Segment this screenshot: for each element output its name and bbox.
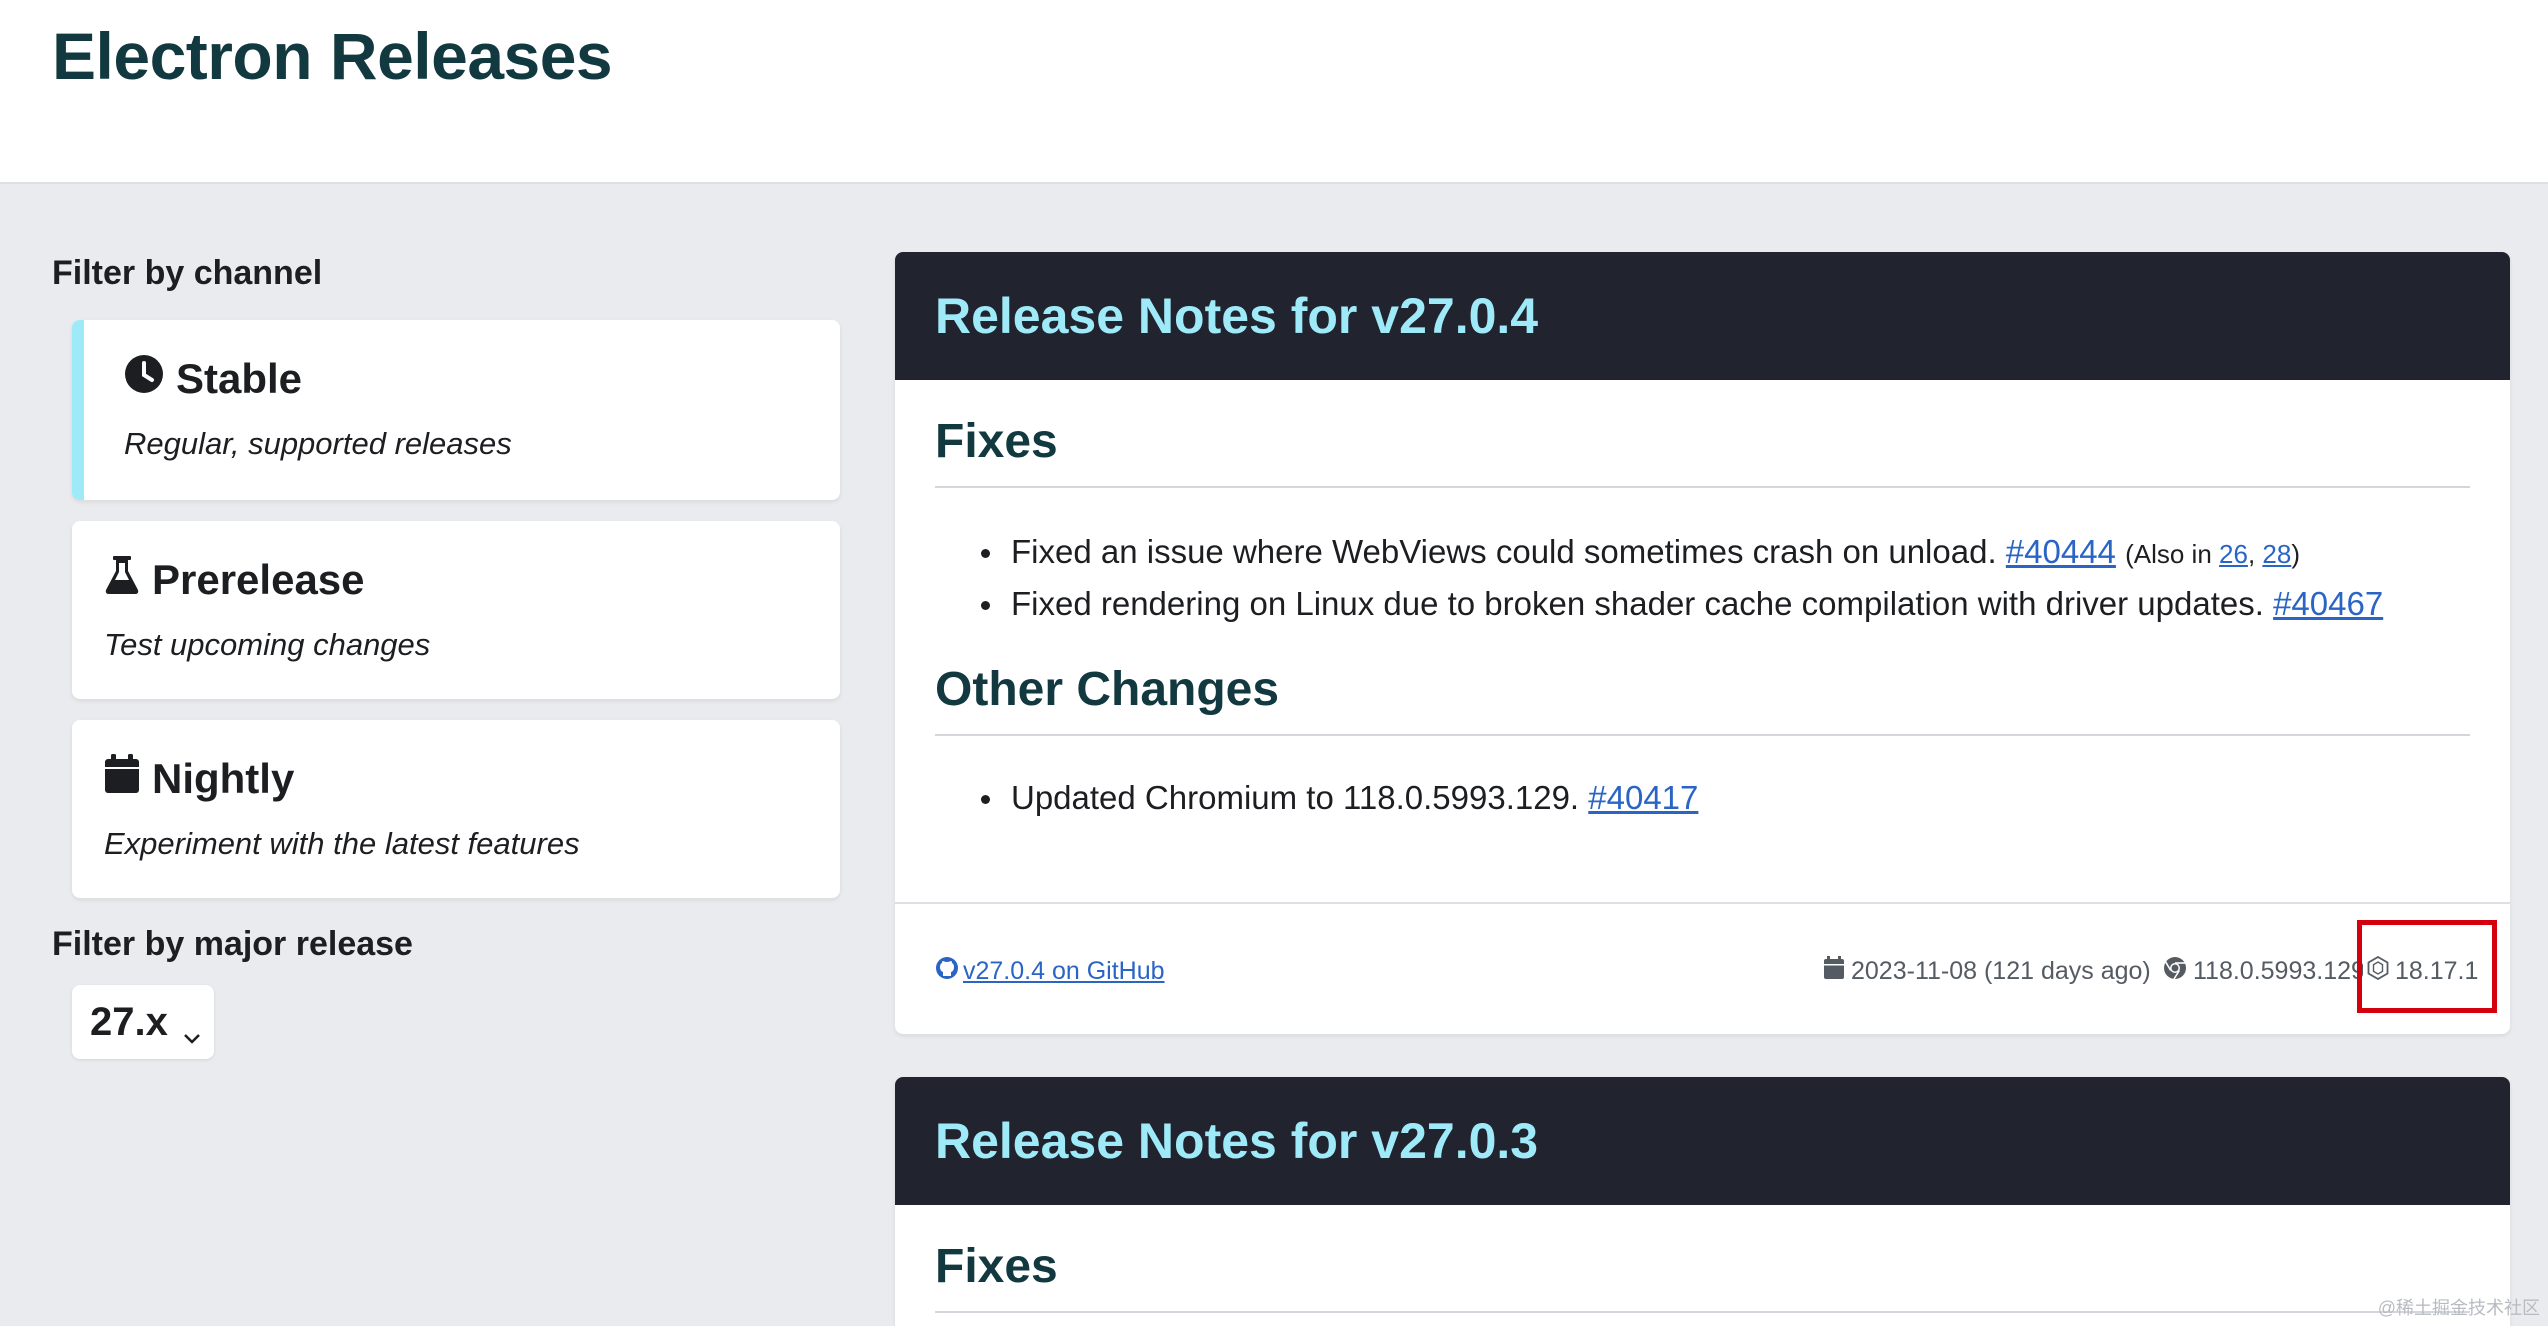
release-date: 2023-11-08 (121 days ago) bbox=[1823, 956, 2151, 987]
channel-title-stable: Stable bbox=[124, 354, 302, 404]
release-footer: v27.0.4 on GitHub 2023-11-08 (121 days a… bbox=[895, 902, 2510, 1032]
section-divider bbox=[935, 1311, 2470, 1313]
also-in-suffix: ) bbox=[2291, 539, 2300, 569]
other-changes-list: Updated Chromium to 118.0.5993.129. #404… bbox=[975, 773, 1698, 823]
change-text: Updated Chromium to 118.0.5993.129. bbox=[1011, 779, 1580, 816]
calendar-icon bbox=[1823, 956, 1845, 987]
channel-card-nightly[interactable]: Nightly Experiment with the latest featu… bbox=[72, 720, 840, 898]
list-item: Fixed an issue where WebViews could some… bbox=[975, 527, 2383, 579]
also-in-prefix: (Also in bbox=[2125, 539, 2212, 569]
channel-label-nightly: Nightly bbox=[152, 755, 295, 802]
channel-card-stable[interactable]: Stable Regular, supported releases bbox=[72, 320, 840, 500]
major-release-value: 27.x bbox=[90, 999, 168, 1044]
release-card-header: Release Notes for v27.0.3 bbox=[895, 1077, 2510, 1205]
change-text: Fixed rendering on Linux due to broken s… bbox=[1011, 585, 2264, 622]
github-icon bbox=[935, 956, 959, 987]
list-item: Fixed rendering on Linux due to broken s… bbox=[975, 579, 2383, 629]
highlight-annotation-box bbox=[2357, 920, 2497, 1013]
flask-icon bbox=[104, 555, 140, 605]
section-title-other-changes: Other Changes bbox=[935, 663, 1280, 716]
channel-title-prerelease: Prerelease bbox=[104, 555, 365, 605]
calendar-icon bbox=[104, 754, 140, 804]
pr-link[interactable]: #40467 bbox=[2273, 585, 2383, 622]
pr-link[interactable]: #40444 bbox=[2006, 533, 2116, 570]
also-in-note: (Also in 26, 28) bbox=[2125, 539, 2300, 569]
github-link[interactable]: v27.0.4 on GitHub bbox=[935, 956, 1165, 987]
release-date-text: 2023-11-08 (121 days ago) bbox=[1851, 957, 2151, 985]
fixes-list: Fixed an issue where WebViews could some… bbox=[975, 527, 2383, 629]
major-release-filter-heading: Filter by major release bbox=[52, 925, 413, 963]
chrome-version: 118.0.5993.129 bbox=[2163, 956, 2365, 987]
release-card-v27-0-4: Release Notes for v27.0.4 Fixes Fixed an… bbox=[895, 252, 2510, 1034]
channel-label-prerelease: Prerelease bbox=[152, 556, 365, 603]
chrome-version-text: 118.0.5993.129 bbox=[2193, 957, 2365, 985]
chrome-icon bbox=[2163, 956, 2187, 987]
section-divider bbox=[935, 734, 2470, 736]
channel-desc-nightly: Experiment with the latest features bbox=[104, 826, 580, 861]
channel-card-prerelease[interactable]: Prerelease Test upcoming changes bbox=[72, 521, 840, 699]
release-title: Release Notes for v27.0.3 bbox=[935, 1113, 1539, 1169]
chevron-down-icon bbox=[182, 1011, 202, 1056]
section-title-fixes: Fixes bbox=[935, 415, 1058, 468]
release-card-v27-0-3: Release Notes for v27.0.3 Fixes bbox=[895, 1077, 2510, 1326]
list-item: Updated Chromium to 118.0.5993.129. #404… bbox=[975, 773, 1698, 823]
channel-label-stable: Stable bbox=[176, 355, 303, 402]
github-link-label: v27.0.4 on GitHub bbox=[963, 957, 1165, 985]
clock-icon bbox=[124, 354, 164, 404]
also-in-link-26[interactable]: 26 bbox=[2219, 539, 2248, 569]
channel-title-nightly: Nightly bbox=[104, 754, 294, 804]
top-header: Electron Releases bbox=[0, 0, 2548, 184]
pr-link[interactable]: #40417 bbox=[1588, 779, 1698, 816]
watermark: @稀土掘金技术社区 bbox=[2377, 1298, 2540, 1318]
channel-desc-prerelease: Test upcoming changes bbox=[104, 627, 431, 662]
also-in-link-28[interactable]: 28 bbox=[2262, 539, 2291, 569]
change-text: Fixed an issue where WebViews could some… bbox=[1011, 533, 1997, 570]
channel-desc-stable: Regular, supported releases bbox=[124, 426, 512, 461]
section-divider bbox=[935, 486, 2470, 488]
channel-filter-heading: Filter by channel bbox=[52, 254, 323, 292]
release-card-header: Release Notes for v27.0.4 bbox=[895, 252, 2510, 380]
release-title: Release Notes for v27.0.4 bbox=[935, 288, 1539, 344]
major-release-select[interactable]: 27.x bbox=[72, 985, 214, 1059]
page-title: Electron Releases bbox=[52, 19, 613, 93]
section-title-fixes: Fixes bbox=[935, 1240, 1058, 1293]
